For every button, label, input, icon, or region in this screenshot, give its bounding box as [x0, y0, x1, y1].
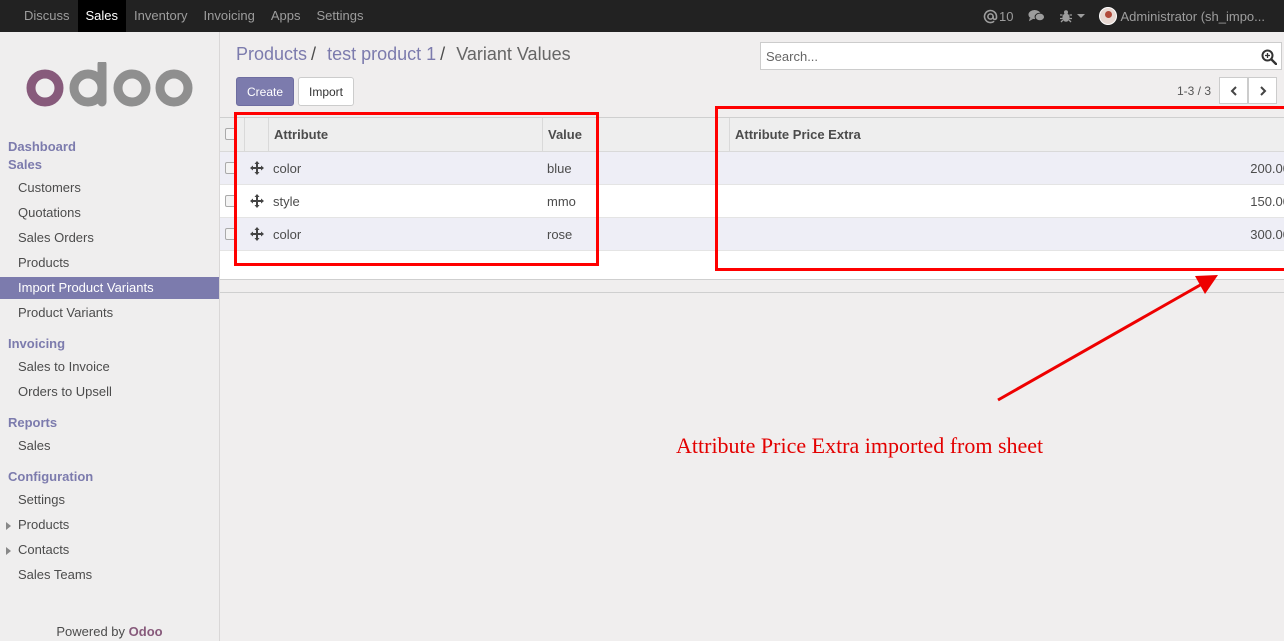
- breadcrumb-separator: /: [311, 44, 317, 64]
- sidebar-item-sales-to-invoice[interactable]: Sales to Invoice: [0, 356, 219, 378]
- sidebar-item-import-product-variants[interactable]: Import Product Variants: [0, 277, 219, 299]
- annotation-arrow: [997, 275, 1218, 402]
- powered-by-text: Powered by: [56, 624, 126, 639]
- odoo-logo: [26, 62, 193, 107]
- user-name: Administrator (sh_impo...: [1120, 8, 1266, 24]
- breadcrumb-test-product[interactable]: test product 1: [327, 44, 436, 64]
- annotation-text: Attribute Price Extra imported from shee…: [676, 433, 1044, 458]
- mentions-count: 10: [999, 8, 1014, 24]
- sidebar-item-customers[interactable]: Customers: [0, 177, 219, 199]
- sidebar-item-product-variants[interactable]: Product Variants: [0, 302, 219, 324]
- sidebar-item-label: Contacts: [18, 542, 70, 557]
- menu-invoicing[interactable]: Invoicing: [196, 0, 263, 32]
- annotation-box-price-extra: [715, 106, 1284, 271]
- app-menu: Discuss Sales Inventory Invoicing Apps S…: [0, 0, 371, 32]
- powered-by-brand-link[interactable]: Odoo: [129, 624, 163, 639]
- mentions-button[interactable]: 10: [976, 0, 1020, 32]
- sidebar-item-sales-orders[interactable]: Sales Orders: [0, 227, 219, 249]
- search-input[interactable]: [761, 43, 1241, 69]
- user-menu-button[interactable]: Administrator (sh_impo...: [1092, 0, 1273, 32]
- menu-apps[interactable]: Apps: [263, 0, 309, 32]
- avatar: [1098, 7, 1117, 25]
- search-bar: [760, 42, 1282, 70]
- sidebar-section-dashboard[interactable]: Dashboard: [8, 139, 76, 154]
- annotation-box-attribute-value: [234, 112, 599, 266]
- chevron-right-icon: [1259, 85, 1266, 96]
- sidebar: Dashboard Sales Customers Quotations Sal…: [0, 32, 220, 641]
- bug-icon: [1059, 10, 1072, 23]
- messages-button[interactable]: [1021, 0, 1052, 32]
- search-icon[interactable]: [1261, 49, 1277, 65]
- sidebar-item-settings[interactable]: Settings: [0, 489, 219, 511]
- sidebar-item-config-products[interactable]: Products: [0, 514, 219, 536]
- chevron-left-icon: [1230, 85, 1237, 96]
- sidebar-section-invoicing: Invoicing: [8, 336, 66, 351]
- import-button[interactable]: Import: [298, 77, 354, 106]
- comments-icon: [1027, 10, 1045, 22]
- menu-inventory[interactable]: Inventory: [126, 0, 195, 32]
- caret-right-icon: [6, 522, 11, 530]
- caret-right-icon: [6, 547, 11, 555]
- pager-previous-button[interactable]: [1219, 77, 1248, 104]
- sidebar-section-sales: Sales: [8, 157, 42, 172]
- powered-by: Powered by Odoo: [0, 624, 219, 639]
- create-button[interactable]: Create: [236, 77, 294, 106]
- at-icon: [983, 9, 998, 23]
- sidebar-item-contacts[interactable]: Contacts: [0, 539, 219, 561]
- menu-settings[interactable]: Settings: [308, 0, 371, 32]
- sidebar-item-quotations[interactable]: Quotations: [0, 202, 219, 224]
- sidebar-section-configuration: Configuration: [8, 469, 94, 484]
- breadcrumb-products[interactable]: Products: [236, 44, 307, 64]
- pager-next-button[interactable]: [1248, 77, 1277, 104]
- pager-value[interactable]: 1-3 / 3: [1177, 84, 1211, 98]
- sidebar-item-reports-sales[interactable]: Sales: [0, 435, 219, 457]
- breadcrumb: Products / test product 1/ Variant Values: [236, 44, 571, 65]
- sidebar-item-label: Products: [18, 517, 70, 532]
- caret-down-icon: [1076, 14, 1085, 18]
- breadcrumb-separator: /: [440, 44, 446, 64]
- menu-sales[interactable]: Sales: [77, 0, 127, 32]
- systray: 10 Administrator (sh_impo...: [976, 0, 1284, 32]
- top-navbar: Discuss Sales Inventory Invoicing Apps S…: [0, 0, 1284, 32]
- debug-menu-button[interactable]: [1052, 0, 1092, 32]
- sidebar-section-reports: Reports: [8, 415, 58, 430]
- sidebar-item-orders-to-upsell[interactable]: Orders to Upsell: [0, 381, 219, 403]
- sidebar-item-sales-teams[interactable]: Sales Teams: [0, 564, 219, 586]
- sidebar-item-products[interactable]: Products: [0, 252, 219, 274]
- page-title: Variant Values: [456, 44, 571, 64]
- menu-discuss[interactable]: Discuss: [16, 0, 78, 32]
